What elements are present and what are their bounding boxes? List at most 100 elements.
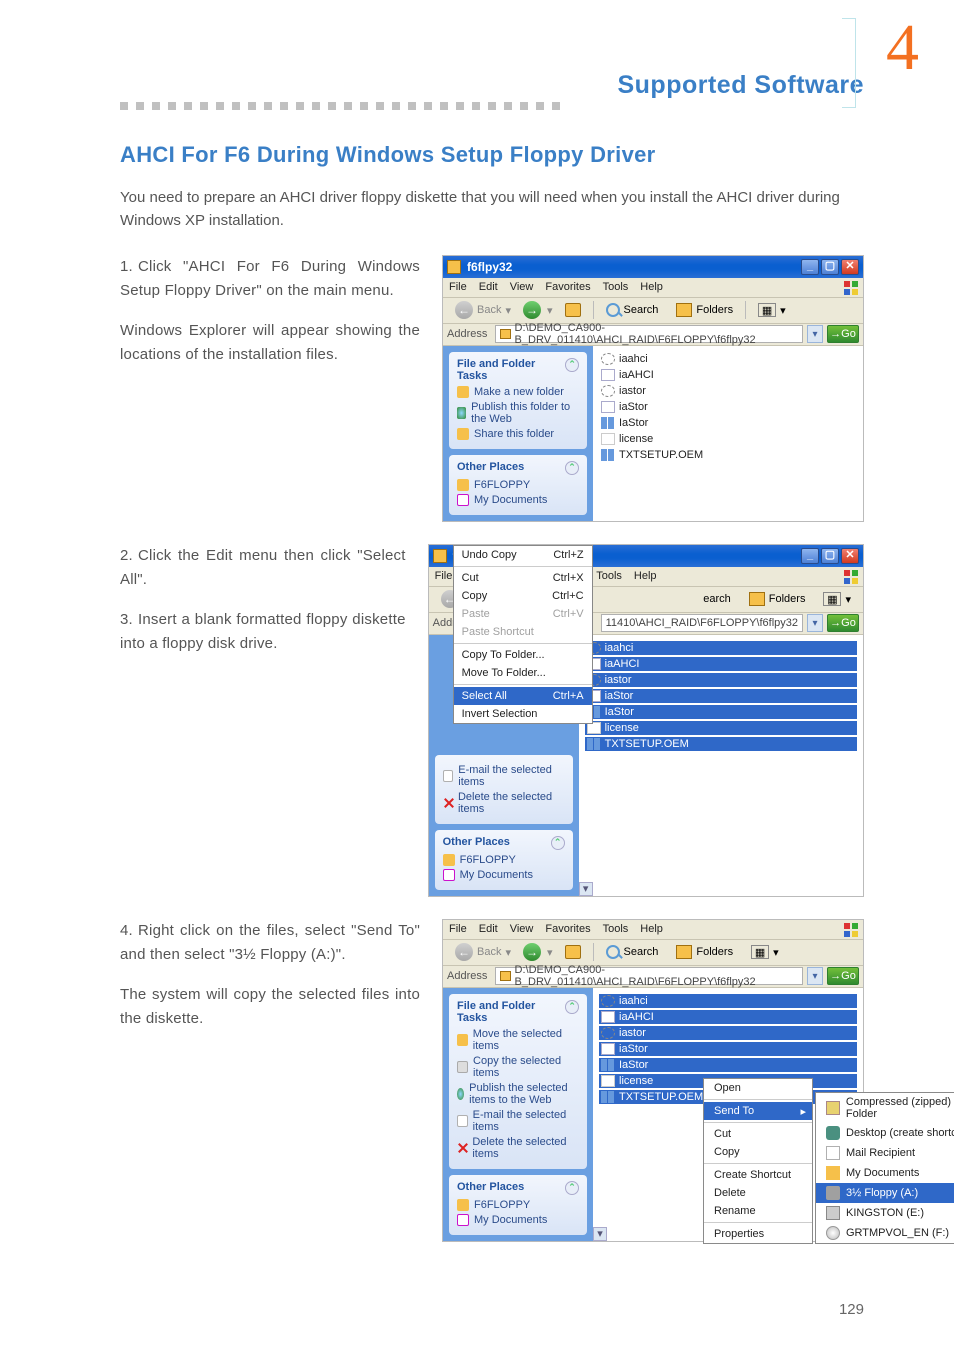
maximize-button[interactable]: ▢	[821, 259, 839, 275]
folders-button[interactable]: Folders	[670, 943, 739, 961]
file-row-selected[interactable]: IaStor	[599, 1058, 857, 1072]
close-button[interactable]: ✕	[841, 548, 859, 564]
menu-help[interactable]: Help	[640, 281, 663, 293]
go-button[interactable]: → Go	[827, 967, 859, 985]
menu-tools[interactable]: Tools	[596, 570, 622, 582]
task-publish[interactable]: Publish this folder to the Web	[457, 401, 579, 425]
file-row-selected[interactable]: iastor	[599, 1026, 857, 1040]
ctx-item[interactable]: Rename	[704, 1202, 812, 1220]
file-row-selected[interactable]: iaStor	[585, 689, 857, 703]
folders-button[interactable]: Folders	[743, 590, 812, 608]
task-email[interactable]: E-mail the selected items	[443, 764, 565, 788]
ctx-item[interactable]: Properties	[704, 1225, 812, 1243]
address-input[interactable]: D:\DEMO_CA900-B_DRV_011410\AHCI_RAID\F6F…	[495, 967, 803, 985]
menu-help[interactable]: Help	[640, 923, 663, 935]
sendto-item[interactable]: Compressed (zipped) Folder	[816, 1093, 954, 1123]
folders-button[interactable]: Folders	[670, 301, 739, 319]
menu-edit[interactable]: Edit	[479, 923, 498, 935]
file-row[interactable]: IaStor	[599, 416, 857, 430]
maximize-button[interactable]: ▢	[821, 548, 839, 564]
file-row-selected[interactable]: iastor	[585, 673, 857, 687]
menu-tools[interactable]: Tools	[603, 923, 629, 935]
edit-menu-item[interactable]: Invert Selection	[454, 705, 592, 723]
task-email[interactable]: E-mail the selected items	[457, 1109, 579, 1133]
task-copy[interactable]: Copy the selected items	[457, 1055, 579, 1079]
file-row-selected[interactable]: license	[585, 721, 857, 735]
file-row[interactable]: TXTSETUP.OEM	[599, 448, 857, 462]
ctx-item[interactable]: Cut	[704, 1125, 812, 1143]
collapse-icon[interactable]: ⌃	[565, 1181, 579, 1195]
search-button[interactable]: Search	[600, 943, 665, 961]
file-row[interactable]: iastor	[599, 384, 857, 398]
minimize-button[interactable]: _	[801, 548, 819, 564]
place-my-documents[interactable]: My Documents	[457, 1214, 579, 1226]
ctx-item[interactable]: Delete	[704, 1184, 812, 1202]
menu-favorites[interactable]: Favorites	[545, 923, 590, 935]
menu-help[interactable]: Help	[634, 570, 657, 582]
task-share[interactable]: Share this folder	[457, 428, 579, 440]
close-button[interactable]: ✕	[841, 259, 859, 275]
up-button[interactable]	[559, 943, 587, 961]
place-my-documents[interactable]: My Documents	[443, 869, 565, 881]
menu-favorites[interactable]: Favorites	[545, 281, 590, 293]
task-delete[interactable]: Delete the selected items	[457, 1136, 579, 1160]
place-f6floppy[interactable]: F6FLOPPY	[457, 479, 579, 491]
views-button[interactable]: ▦▾	[745, 943, 785, 961]
file-row[interactable]: license	[599, 432, 857, 446]
task-move[interactable]: Move the selected items	[457, 1028, 579, 1052]
edit-menu-item[interactable]: CopyCtrl+C	[454, 587, 592, 605]
sendto-item[interactable]: My Documents	[816, 1163, 954, 1183]
ctx-item[interactable]: Copy	[704, 1143, 812, 1161]
scroll-down-icon[interactable]: ▾	[579, 882, 593, 896]
sendto-item[interactable]: Mail Recipient	[816, 1143, 954, 1163]
ctx-item[interactable]: Send To▸	[704, 1102, 812, 1120]
menu-file[interactable]: File	[449, 923, 467, 935]
file-row-selected[interactable]: iaAHCI	[585, 657, 857, 671]
file-row-selected[interactable]: IaStor	[585, 705, 857, 719]
back-button[interactable]: ←Back▾	[449, 299, 517, 321]
menu-file[interactable]: File	[449, 281, 467, 293]
go-button[interactable]: → Go	[827, 325, 859, 343]
task-delete[interactable]: Delete the selected items	[443, 791, 565, 815]
edit-menu-item[interactable]: Undo CopyCtrl+Z	[454, 546, 592, 564]
sendto-item[interactable]: GRTMPVOL_EN (F:)	[816, 1223, 954, 1243]
views-button[interactable]: ▦▾	[752, 301, 792, 319]
edit-menu-item[interactable]: Copy To Folder...	[454, 646, 592, 664]
ctx-item[interactable]: Create Shortcut	[704, 1166, 812, 1184]
task-new-folder[interactable]: Make a new folder	[457, 386, 579, 398]
edit-menu-item[interactable]: CutCtrl+X	[454, 569, 592, 587]
file-row[interactable]: iaStor	[599, 400, 857, 414]
address-dropdown[interactable]: ▾	[807, 325, 823, 343]
menu-view[interactable]: View	[510, 923, 534, 935]
menu-tools[interactable]: Tools	[603, 281, 629, 293]
ctx-item[interactable]: Open	[704, 1079, 812, 1097]
address-dropdown[interactable]: ▾	[807, 614, 823, 632]
up-button[interactable]	[559, 301, 587, 319]
place-f6floppy[interactable]: F6FLOPPY	[457, 1199, 579, 1211]
forward-button[interactable]: →	[523, 943, 541, 961]
minimize-button[interactable]: _	[801, 259, 819, 275]
edit-menu-item[interactable]: Move To Folder...	[454, 664, 592, 682]
search-button[interactable]: Search	[600, 301, 665, 319]
collapse-icon[interactable]: ⌃	[565, 1000, 579, 1014]
address-input[interactable]: 11410\AHCI_RAID\F6FLOPPY\f6flpy32	[601, 614, 803, 632]
file-row-selected[interactable]: iaahci	[585, 641, 857, 655]
sendto-item[interactable]: 3½ Floppy (A:)	[816, 1183, 954, 1203]
menu-file[interactable]: File	[435, 570, 453, 582]
task-publish[interactable]: Publish the selected items to the Web	[457, 1082, 579, 1106]
file-row-selected[interactable]: iaAHCI	[599, 1010, 857, 1024]
sendto-item[interactable]: KINGSTON (E:)	[816, 1203, 954, 1223]
search-button[interactable]: earch	[697, 591, 737, 607]
address-dropdown[interactable]: ▾	[807, 967, 823, 985]
address-input[interactable]: D:\DEMO_CA900-B_DRV_011410\AHCI_RAID\F6F…	[495, 325, 803, 343]
go-button[interactable]: → Go	[827, 614, 859, 632]
collapse-icon[interactable]: ⌃	[565, 461, 579, 475]
file-row[interactable]: iaAHCI	[599, 368, 857, 382]
place-f6floppy[interactable]: F6FLOPPY	[443, 854, 565, 866]
collapse-icon[interactable]: ⌃	[565, 358, 579, 372]
file-row-selected[interactable]: iaStor	[599, 1042, 857, 1056]
sendto-item[interactable]: Desktop (create shortcut)	[816, 1123, 954, 1143]
scroll-down-icon[interactable]: ▾	[593, 1227, 607, 1241]
forward-button[interactable]: →	[523, 301, 541, 319]
collapse-icon[interactable]: ⌃	[551, 836, 565, 850]
